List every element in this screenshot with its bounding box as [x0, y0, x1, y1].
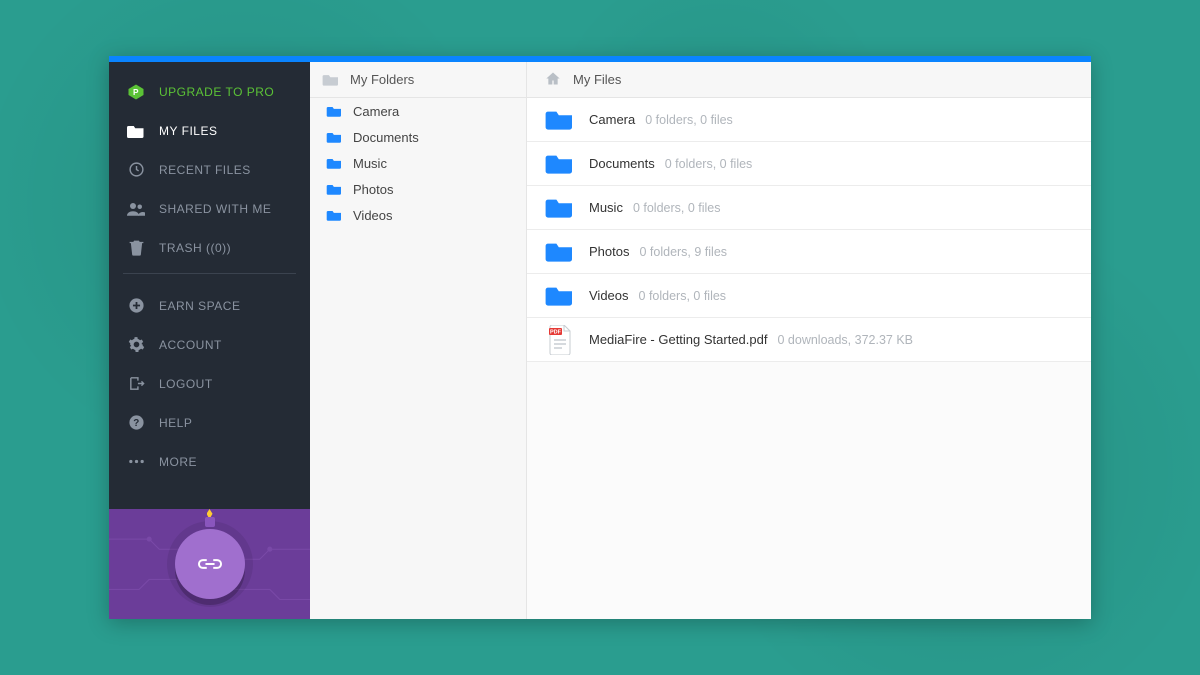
file-name: MediaFire - Getting Started.pdf	[589, 332, 767, 347]
sidebar-item-help[interactable]: ? HELP	[109, 403, 310, 442]
sidebar-item-label: SHARED WITH ME	[159, 202, 271, 216]
file-meta: 0 folders, 0 files	[639, 289, 727, 303]
folder-blue-icon	[326, 183, 343, 196]
file-name: Videos	[589, 288, 629, 303]
app-window: P UPGRADE TO PRO MY FILES RECENT FILES	[109, 56, 1091, 619]
sidebar-divider	[123, 273, 296, 274]
folder-grey-icon	[322, 73, 340, 87]
file-meta: 0 folders, 0 files	[665, 157, 753, 171]
folder-blue-icon	[326, 105, 343, 118]
sidebar-item-label: EARN SPACE	[159, 299, 240, 313]
folder-tree-header[interactable]: My Folders	[310, 62, 526, 98]
tree-item[interactable]: Music	[310, 150, 526, 176]
file-list: Camera 0 folders, 0 files Documents 0 folde…	[527, 98, 1091, 362]
file-name: Photos	[589, 244, 629, 259]
file-name: Music	[589, 200, 623, 215]
file-row[interactable]: Camera 0 folders, 0 files	[527, 98, 1091, 142]
folder-blue-icon	[545, 239, 575, 265]
breadcrumb[interactable]: My Files	[527, 62, 1091, 98]
sidebar-item-label: RECENT FILES	[159, 163, 251, 177]
file-name: Documents	[589, 156, 655, 171]
file-row[interactable]: Photos 0 folders, 9 files	[527, 230, 1091, 274]
folder-blue-icon	[326, 157, 343, 170]
file-name: Camera	[589, 112, 635, 127]
pdf-file-icon: PDF	[545, 327, 575, 353]
tree-item[interactable]: Documents	[310, 124, 526, 150]
tree-item-label: Photos	[353, 182, 393, 197]
svg-text:P: P	[133, 88, 139, 97]
plus-circle-icon	[125, 297, 147, 314]
main-panel: My Files Camera0 folders, 0 filesDocumen…	[527, 56, 1091, 619]
svg-text:?: ?	[133, 418, 139, 429]
link-icon	[197, 557, 223, 571]
sidebar-item-myfiles[interactable]: MY FILES	[109, 111, 310, 150]
sidebar-item-trash[interactable]: TRASH ((0))	[109, 228, 310, 267]
folder-icon	[125, 123, 147, 138]
tree-item[interactable]: Photos	[310, 176, 526, 202]
file-row[interactable]: Videos 0 folders, 0 files	[527, 274, 1091, 318]
sidebar-upgrade-label: UPGRADE TO PRO	[159, 85, 274, 99]
pro-badge-icon: P	[125, 83, 147, 101]
tree-item-label: Documents	[353, 130, 419, 145]
tree-item[interactable]: Videos	[310, 202, 526, 228]
sidebar-item-account[interactable]: ACCOUNT	[109, 325, 310, 364]
file-row[interactable]: Documents 0 folders, 0 files	[527, 142, 1091, 186]
tree-item-label: Camera	[353, 104, 399, 119]
sidebar-item-shared[interactable]: SHARED WITH ME	[109, 189, 310, 228]
svg-text:PDF: PDF	[550, 329, 562, 335]
sidebar-item-recent[interactable]: RECENT FILES	[109, 150, 310, 189]
sidebar-item-label: HELP	[159, 416, 192, 430]
tree-item-label: Videos	[353, 208, 393, 223]
sidebar-item-label: MORE	[159, 455, 197, 469]
sidebar-promo[interactable]	[109, 509, 310, 619]
folder-blue-icon	[326, 131, 343, 144]
sidebar-bottom: EARN SPACE ACCOUNT LOGOUT ? HELP	[109, 280, 310, 481]
gear-icon	[125, 336, 147, 353]
sidebar-item-earn[interactable]: EARN SPACE	[109, 286, 310, 325]
sidebar-item-label: ACCOUNT	[159, 338, 222, 352]
folder-blue-icon	[545, 107, 575, 133]
file-row[interactable]: Music 0 folders, 0 files	[527, 186, 1091, 230]
folder-blue-icon	[545, 195, 575, 221]
file-row[interactable]: PDF MediaFire - Getting Started.pdf 0 down…	[527, 318, 1091, 362]
sidebar-upgrade[interactable]: P UPGRADE TO PRO	[109, 72, 310, 111]
sidebar-item-label: LOGOUT	[159, 377, 213, 391]
folder-blue-icon	[545, 151, 575, 177]
home-icon	[545, 71, 561, 89]
sidebar-top: P UPGRADE TO PRO MY FILES RECENT FILES	[109, 56, 310, 267]
folder-tree-header-label: My Folders	[350, 72, 414, 87]
folder-blue-icon	[545, 283, 575, 309]
sidebar-item-label: MY FILES	[159, 124, 217, 138]
more-icon	[125, 459, 147, 464]
tree-item-label: Music	[353, 156, 387, 171]
trash-icon	[125, 239, 147, 256]
file-meta: 0 folders, 0 files	[645, 113, 733, 127]
folder-tree: My Folders Camera Documents Music Photos Vid…	[310, 56, 527, 619]
help-icon: ?	[125, 414, 147, 431]
logout-icon	[125, 375, 147, 392]
promo-bomb-graphic	[175, 529, 245, 599]
file-meta: 0 folders, 0 files	[633, 201, 721, 215]
clock-icon	[125, 161, 147, 178]
folder-blue-icon	[326, 209, 343, 222]
sidebar-item-label: TRASH ((0))	[159, 241, 231, 255]
tree-item[interactable]: Camera	[310, 98, 526, 124]
file-meta: 0 folders, 9 files	[639, 245, 727, 259]
sidebar: P UPGRADE TO PRO MY FILES RECENT FILES	[109, 56, 310, 619]
file-meta: 0 downloads, 372.37 KB	[777, 333, 913, 347]
sidebar-item-more[interactable]: MORE	[109, 442, 310, 481]
sidebar-item-logout[interactable]: LOGOUT	[109, 364, 310, 403]
breadcrumb-label: My Files	[573, 72, 621, 87]
people-icon	[125, 202, 147, 216]
